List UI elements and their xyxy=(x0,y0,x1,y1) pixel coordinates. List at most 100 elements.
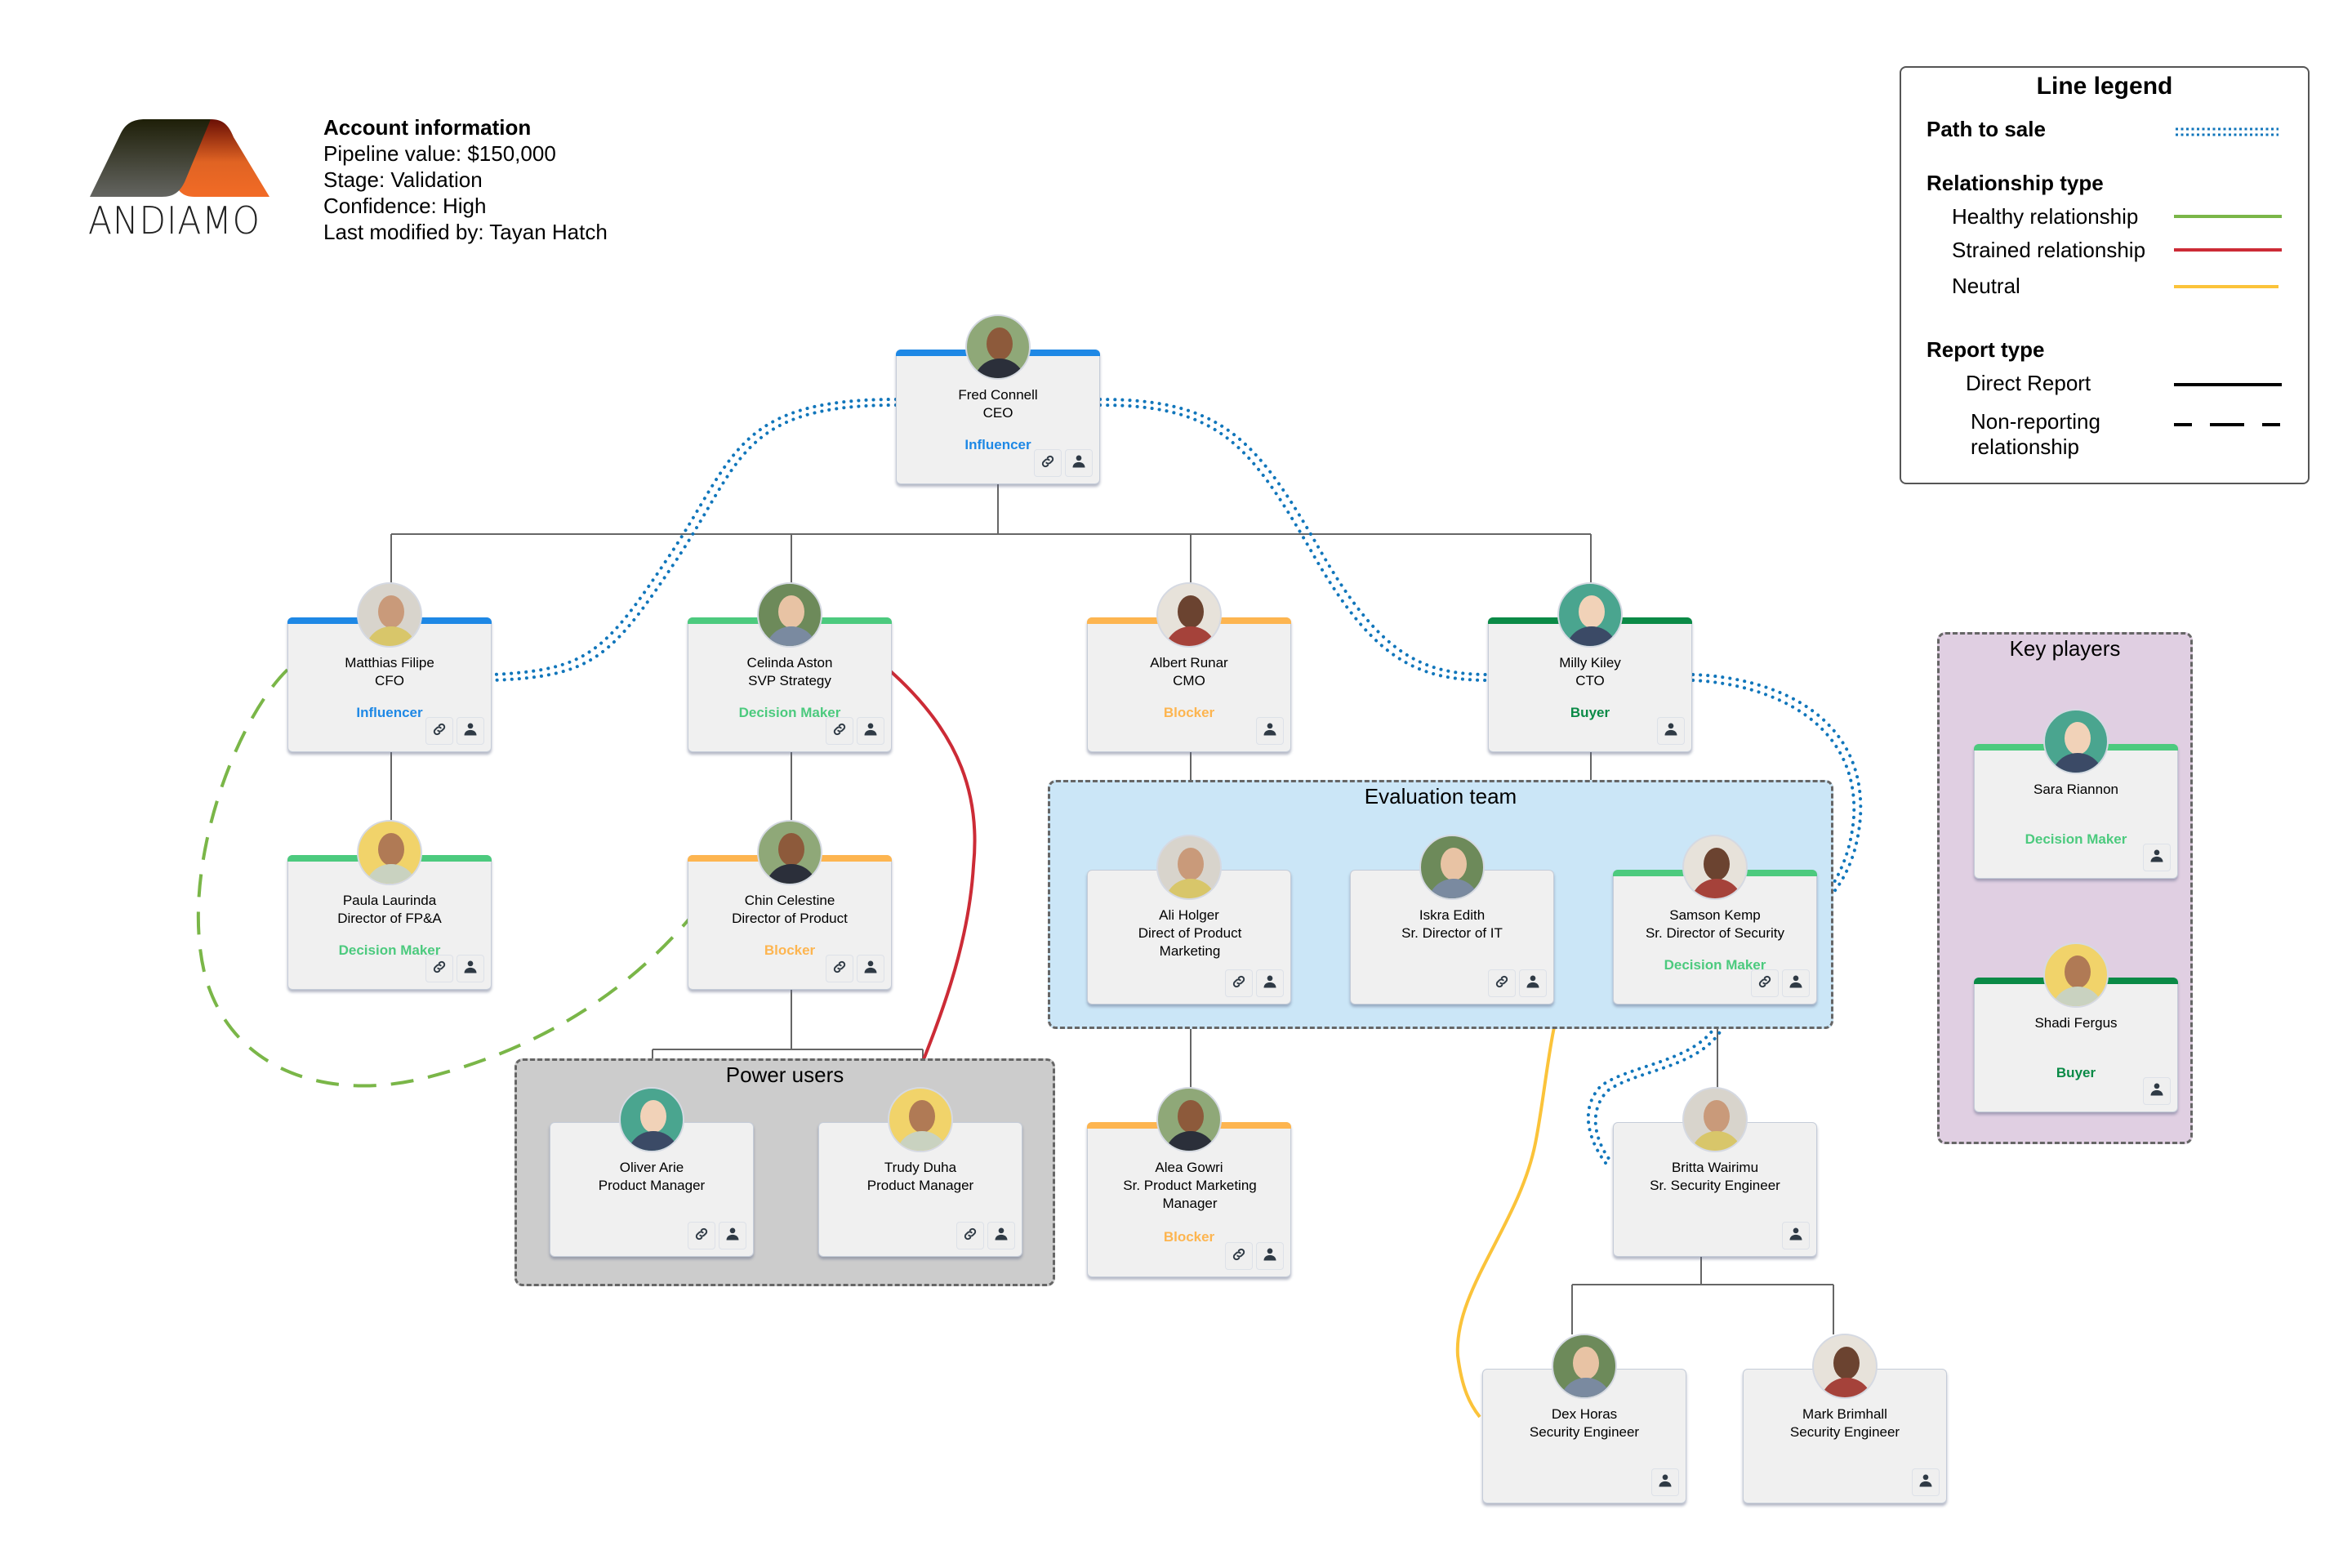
avatar xyxy=(357,582,422,648)
link-button[interactable] xyxy=(1225,969,1253,997)
card-matthias-filipe[interactable]: Matthias Filipe CFO Influencer xyxy=(287,582,492,752)
person-name: Sara Riannon xyxy=(2034,782,2118,797)
card-actions xyxy=(1751,969,1810,997)
card-actions xyxy=(1034,449,1093,477)
link-button[interactable] xyxy=(425,955,453,982)
account-information: Account information Pipeline value: $150… xyxy=(323,114,608,245)
link-button[interactable] xyxy=(1034,449,1062,477)
key-players-title: Key players xyxy=(2009,636,2121,661)
card-paula-laurinda[interactable]: Paula Laurinda Director of FP&A Decision M… xyxy=(287,820,492,990)
link-button[interactable] xyxy=(1751,969,1779,997)
person-name: Alea Gowri xyxy=(1155,1160,1223,1175)
link-button[interactable] xyxy=(1488,969,1516,997)
card-britta-wairimu[interactable]: Britta Wairimu Sr. Security Engineer xyxy=(1613,1087,1817,1257)
andiamo-logo: ANDIAMO xyxy=(88,117,273,247)
person-icon xyxy=(462,959,479,979)
non-reporting-swatch xyxy=(2174,423,2282,426)
avatar xyxy=(1156,582,1222,648)
card-dex-horas[interactable]: Dex Horas Security Engineer xyxy=(1482,1334,1686,1503)
person-name: Fred Connell xyxy=(958,387,1038,403)
card-shadi-fergus[interactable]: Shadi Fergus Buyer xyxy=(1974,942,2178,1112)
card-actions xyxy=(1225,969,1284,997)
card-iskra-edith[interactable]: Iskra Edith Sr. Director of IT xyxy=(1350,835,1554,1004)
avatar xyxy=(888,1087,953,1152)
profile-button[interactable] xyxy=(2143,1077,2171,1105)
legend-path-to-sale: Path to sale xyxy=(1927,117,2046,141)
avatar xyxy=(1557,582,1623,648)
link-icon xyxy=(831,959,848,979)
person-name: Paula Laurinda xyxy=(342,893,437,908)
person-title: CFO xyxy=(375,673,404,688)
card-chin-celestine[interactable]: Chin Celestine Director of Product Blocker xyxy=(688,820,892,990)
card-celinda-aston[interactable]: Celinda Aston SVP Strategy Decision Maker xyxy=(688,582,892,752)
profile-button[interactable] xyxy=(1256,969,1284,997)
profile-button[interactable] xyxy=(2143,844,2171,871)
link-icon xyxy=(1231,1246,1247,1267)
card-sara-riannon[interactable]: Sara Riannon Decision Maker xyxy=(1974,709,2178,879)
profile-button[interactable] xyxy=(1912,1468,1940,1496)
person-name: Oliver Arie xyxy=(619,1160,684,1175)
avatar xyxy=(757,582,822,648)
avatar xyxy=(965,314,1031,380)
person-icon xyxy=(1788,1226,1804,1246)
profile-button[interactable] xyxy=(1657,717,1685,745)
link-icon xyxy=(693,1226,710,1246)
link-icon xyxy=(1231,973,1247,994)
profile-button[interactable] xyxy=(719,1222,746,1250)
link-button[interactable] xyxy=(826,717,853,745)
andiamo-logo-icon xyxy=(90,119,270,197)
card-actions xyxy=(1651,1468,1679,1496)
profile-button[interactable] xyxy=(857,955,884,982)
card-alea-gowri[interactable]: Alea Gowri Sr. Product Marketing Manager B… xyxy=(1087,1087,1291,1277)
person-icon xyxy=(993,1226,1009,1246)
person-title: Product Manager xyxy=(598,1178,706,1193)
person-title: Sr. Director of Security xyxy=(1645,925,1785,941)
avatar xyxy=(1552,1334,1617,1399)
card-actions xyxy=(1912,1468,1940,1496)
profile-button[interactable] xyxy=(1256,717,1284,745)
person-icon xyxy=(1525,973,1541,994)
person-icon xyxy=(462,721,479,742)
legend-healthy: Healthy relationship xyxy=(1952,204,2139,229)
profile-button[interactable] xyxy=(1651,1468,1679,1496)
profile-button[interactable] xyxy=(1782,969,1810,997)
link-icon xyxy=(962,1226,978,1246)
legend-title: Line legend xyxy=(2036,73,2173,100)
person-icon xyxy=(1262,721,1278,742)
card-samson-kemp[interactable]: Samson Kemp Sr. Director of Security Decis… xyxy=(1613,835,1817,1004)
person-icon xyxy=(1657,1472,1673,1493)
link-button[interactable] xyxy=(425,717,453,745)
power-users-title: Power users xyxy=(725,1062,844,1087)
person-icon xyxy=(2149,848,2165,868)
link-icon xyxy=(1040,453,1056,474)
person-icon xyxy=(1918,1472,1934,1493)
link-button[interactable] xyxy=(956,1222,984,1250)
avatar xyxy=(619,1087,684,1152)
link-button[interactable] xyxy=(826,955,853,982)
person-name: Britta Wairimu xyxy=(1671,1160,1759,1175)
card-actions xyxy=(826,955,884,982)
card-ali-holger[interactable]: Ali Holger Direct of Product Marketing xyxy=(1087,835,1291,1004)
profile-button[interactable] xyxy=(1065,449,1093,477)
profile-button[interactable] xyxy=(1256,1242,1284,1270)
person-name: Mark Brimhall xyxy=(1802,1406,1887,1422)
profile-button[interactable] xyxy=(457,955,484,982)
card-actions xyxy=(425,717,484,745)
card-actions xyxy=(2143,1077,2171,1105)
person-title: Product Manager xyxy=(866,1178,974,1193)
link-button[interactable] xyxy=(1225,1242,1253,1270)
profile-button[interactable] xyxy=(857,717,884,745)
profile-button[interactable] xyxy=(987,1222,1015,1250)
person-name: Dex Horas xyxy=(1551,1406,1618,1422)
profile-button[interactable] xyxy=(1519,969,1547,997)
card-albert-runar[interactable]: Albert Runar CMO Blocker xyxy=(1087,582,1291,752)
card-milly-kiley[interactable]: Milly Kiley CTO Buyer xyxy=(1488,582,1692,752)
card-fred-connell[interactable]: Fred Connell CEO Influencer xyxy=(896,314,1100,484)
link-button[interactable] xyxy=(688,1222,715,1250)
card-trudy-duha[interactable]: Trudy Duha Product Manager xyxy=(818,1087,1022,1257)
profile-button[interactable] xyxy=(1782,1222,1810,1250)
card-mark-brimhall[interactable]: Mark Brimhall Security Engineer xyxy=(1743,1334,1947,1503)
profile-button[interactable] xyxy=(457,717,484,745)
card-oliver-arie[interactable]: Oliver Arie Product Manager xyxy=(550,1087,754,1257)
person-name: Trudy Duha xyxy=(884,1160,957,1175)
